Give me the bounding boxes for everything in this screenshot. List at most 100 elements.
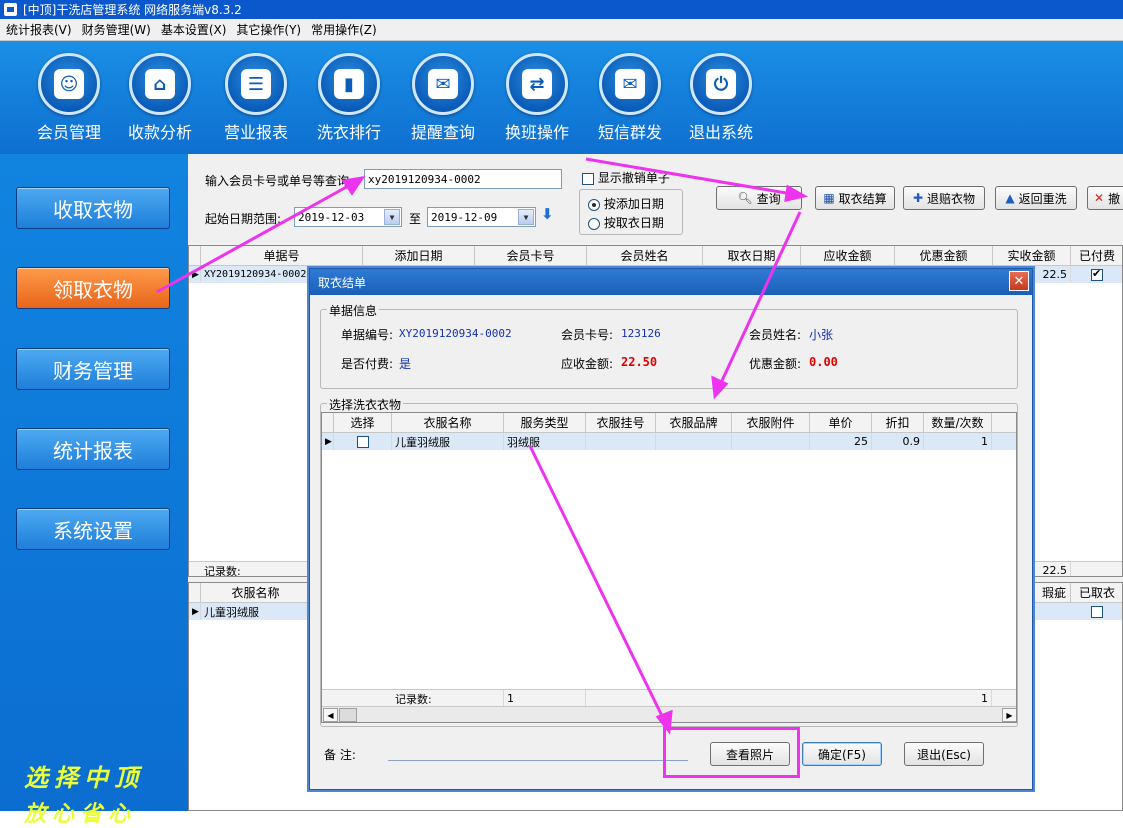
exit-button[interactable]: 退出(Esc) [904, 742, 984, 766]
col-discount-rate[interactable]: 折扣 [872, 413, 924, 433]
toolbar-member[interactable]: ☺ 会员管理 [26, 53, 112, 143]
row-selector-header [189, 246, 201, 266]
dialog-close-icon[interactable]: ✕ [1009, 271, 1029, 291]
sms-icon: ✉ [615, 69, 645, 99]
toolbar-ranking-label: 洗衣排行 [316, 123, 381, 142]
radio-take-label: 按取衣日期 [603, 216, 664, 230]
toolbar-reminder[interactable]: ✉ 提醒查询 [400, 53, 486, 143]
rewash-button[interactable]: ▲ 返回重洗 [995, 186, 1077, 210]
app-icon [4, 3, 17, 16]
rewash-label: 返回重洗 [1018, 191, 1067, 206]
sidebar-pickup-clothes[interactable]: 领取衣物 [16, 267, 170, 309]
scroll-thumb[interactable] [339, 708, 357, 722]
toolbar-sms-label: 短信群发 [597, 123, 662, 142]
sidebar-stats[interactable]: 统计报表 [16, 428, 170, 470]
dialog-titlebar: 取衣结单 ✕ [310, 269, 1032, 295]
clothes-footer-count: 1 [504, 690, 586, 707]
sidebar-receive-clothes[interactable]: 收取衣物 [16, 187, 170, 229]
menu-other[interactable]: 其它操作(Y) [236, 21, 301, 38]
col-accessory[interactable]: 衣服附件 [732, 413, 810, 433]
view-photo-button[interactable]: 查看照片 [710, 742, 790, 766]
refund-button[interactable]: ✚ 退赔衣物 [903, 186, 985, 210]
scroll-left-icon[interactable]: ◀ [323, 708, 338, 722]
col-take-date[interactable]: 取衣日期 [703, 246, 801, 266]
col-paid-amount[interactable]: 实收金额 [993, 246, 1071, 266]
radio-icon[interactable] [588, 217, 600, 230]
col-taken[interactable]: 已取衣 [1071, 583, 1122, 603]
show-cancelled-checkbox[interactable]: 显示撤销单子 [582, 169, 670, 186]
sidebar-settings[interactable]: 系统设置 [16, 508, 170, 550]
plus-icon: ✚ [912, 191, 924, 205]
radio-icon[interactable] [588, 198, 600, 211]
checkout-button[interactable]: ▦ 取衣结算 [815, 186, 895, 210]
clothes-grid: 选择 衣服名称 服务类型 衣服挂号 衣服品牌 衣服附件 单价 折扣 数量/次数 … [321, 412, 1017, 723]
due-value: 22.50 [621, 355, 658, 369]
menu-bar: 统计报表(V) 财务管理(W) 基本设置(X) 其它操作(Y) 常用操作(Z) [0, 19, 1123, 41]
date-from-picker[interactable]: 2019-12-03 ▼ [294, 207, 402, 227]
col-card-no[interactable]: 会员卡号 [475, 246, 587, 266]
toolbar-payment-analysis[interactable]: ⌂ 收款分析 [117, 53, 203, 143]
cancel-label: 撤 [1108, 191, 1121, 206]
horizontal-scrollbar[interactable]: ◀ ▶ [322, 706, 1016, 722]
discount-rate-cell: 0.9 [872, 433, 924, 450]
cancel-order-button[interactable]: ✕ 撤 [1087, 186, 1123, 210]
card-label: 会员卡号: [561, 328, 614, 342]
toolbar-exit[interactable]: ⏻ 退出系统 [678, 53, 764, 143]
col-discount[interactable]: 优惠金额 [895, 246, 993, 266]
price-cell: 25 [810, 433, 872, 450]
menu-stats[interactable]: 统计报表(V) [6, 21, 72, 38]
col-clothes-name[interactable]: 衣服名称 [392, 413, 504, 433]
col-order-id[interactable]: 单据号 [201, 246, 363, 266]
confirm-button[interactable]: 确定(F5) [802, 742, 882, 766]
search-input[interactable]: xy2019120934-0002 [364, 169, 562, 189]
col-due-amount[interactable]: 应收金额 [801, 246, 895, 266]
radio-add-label: 按添加日期 [603, 197, 664, 211]
toolbar-exit-label: 退出系统 [688, 123, 753, 142]
scroll-right-icon[interactable]: ▶ [1002, 708, 1016, 722]
col-paid[interactable]: 已付费 [1071, 246, 1122, 266]
checkbox-icon[interactable] [1091, 267, 1103, 281]
arrow-down-icon[interactable]: ⬇ [541, 205, 554, 223]
col-brand[interactable]: 衣服品牌 [656, 413, 732, 433]
toolbar-wash-ranking[interactable]: ▮ 洗衣排行 [306, 53, 392, 143]
order-info-group: 单据信息 单据编号: XY2019120934-0002 会员卡号: 12312… [320, 302, 1018, 389]
chevron-down-icon[interactable]: ▼ [384, 209, 400, 225]
main-toolbar: ☺ 会员管理 ⌂ 收款分析 ☰ 营业报表 ▮ 洗衣排行 ✉ 提醒查询 ⇄ 换班操… [0, 41, 1123, 154]
chevron-down-icon[interactable]: ▼ [518, 209, 534, 225]
radio-by-add-date[interactable]: 按添加日期 [588, 195, 664, 212]
radio-by-take-date[interactable]: 按取衣日期 [588, 214, 664, 231]
menu-common[interactable]: 常用操作(Z) [311, 21, 377, 38]
date-from-value: 2019-12-03 [298, 210, 365, 224]
bar-chart-icon: ▮ [334, 69, 364, 99]
query-button[interactable]: 🔍︎ 查询 [716, 186, 802, 210]
menu-finance[interactable]: 财务管理(W) [82, 21, 151, 38]
col-select[interactable]: 选择 [334, 413, 392, 433]
col-add-date[interactable]: 添加日期 [363, 246, 475, 266]
toolbar-sms[interactable]: ✉ 短信群发 [587, 53, 673, 143]
chat-icon: ✉ [428, 69, 458, 99]
search-label: 输入会员卡号或单号等查询: [205, 174, 354, 188]
col-member-name[interactable]: 会员姓名 [587, 246, 703, 266]
col-hang-no[interactable]: 衣服挂号 [586, 413, 656, 433]
toolbar-shift-label: 换班操作 [504, 123, 569, 142]
remark-input[interactable] [388, 760, 688, 761]
col-quantity[interactable]: 数量/次数 [924, 413, 992, 433]
col-service-type[interactable]: 服务类型 [504, 413, 586, 433]
checkbox-icon[interactable] [356, 435, 369, 448]
menu-basic-settings[interactable]: 基本设置(X) [161, 21, 227, 38]
quantity-cell: 1 [924, 433, 992, 450]
sidebar-finance[interactable]: 财务管理 [16, 348, 170, 390]
hang-no-cell [586, 433, 656, 450]
member-name-label: 会员姓名: [749, 328, 802, 342]
checkbox-icon[interactable] [582, 172, 594, 185]
window-title: [中顶]干洗店管理系统 网络服务端v8.3.2 [23, 3, 242, 17]
col-item-name[interactable]: 衣服名称 [201, 583, 311, 603]
col-price[interactable]: 单价 [810, 413, 872, 433]
table-row[interactable]: ▶ 儿童羽绒服 羽绒服 25 0.9 1 [322, 433, 1016, 450]
toolbar-shift-change[interactable]: ⇄ 换班操作 [494, 53, 580, 143]
calendar-icon: ▦ [823, 191, 835, 205]
checkbox-icon[interactable] [1091, 605, 1103, 618]
date-to-picker[interactable]: 2019-12-09 ▼ [427, 207, 536, 227]
clothes-footer-qty: 1 [924, 690, 992, 707]
toolbar-business-report[interactable]: ☰ 营业报表 [213, 53, 299, 143]
